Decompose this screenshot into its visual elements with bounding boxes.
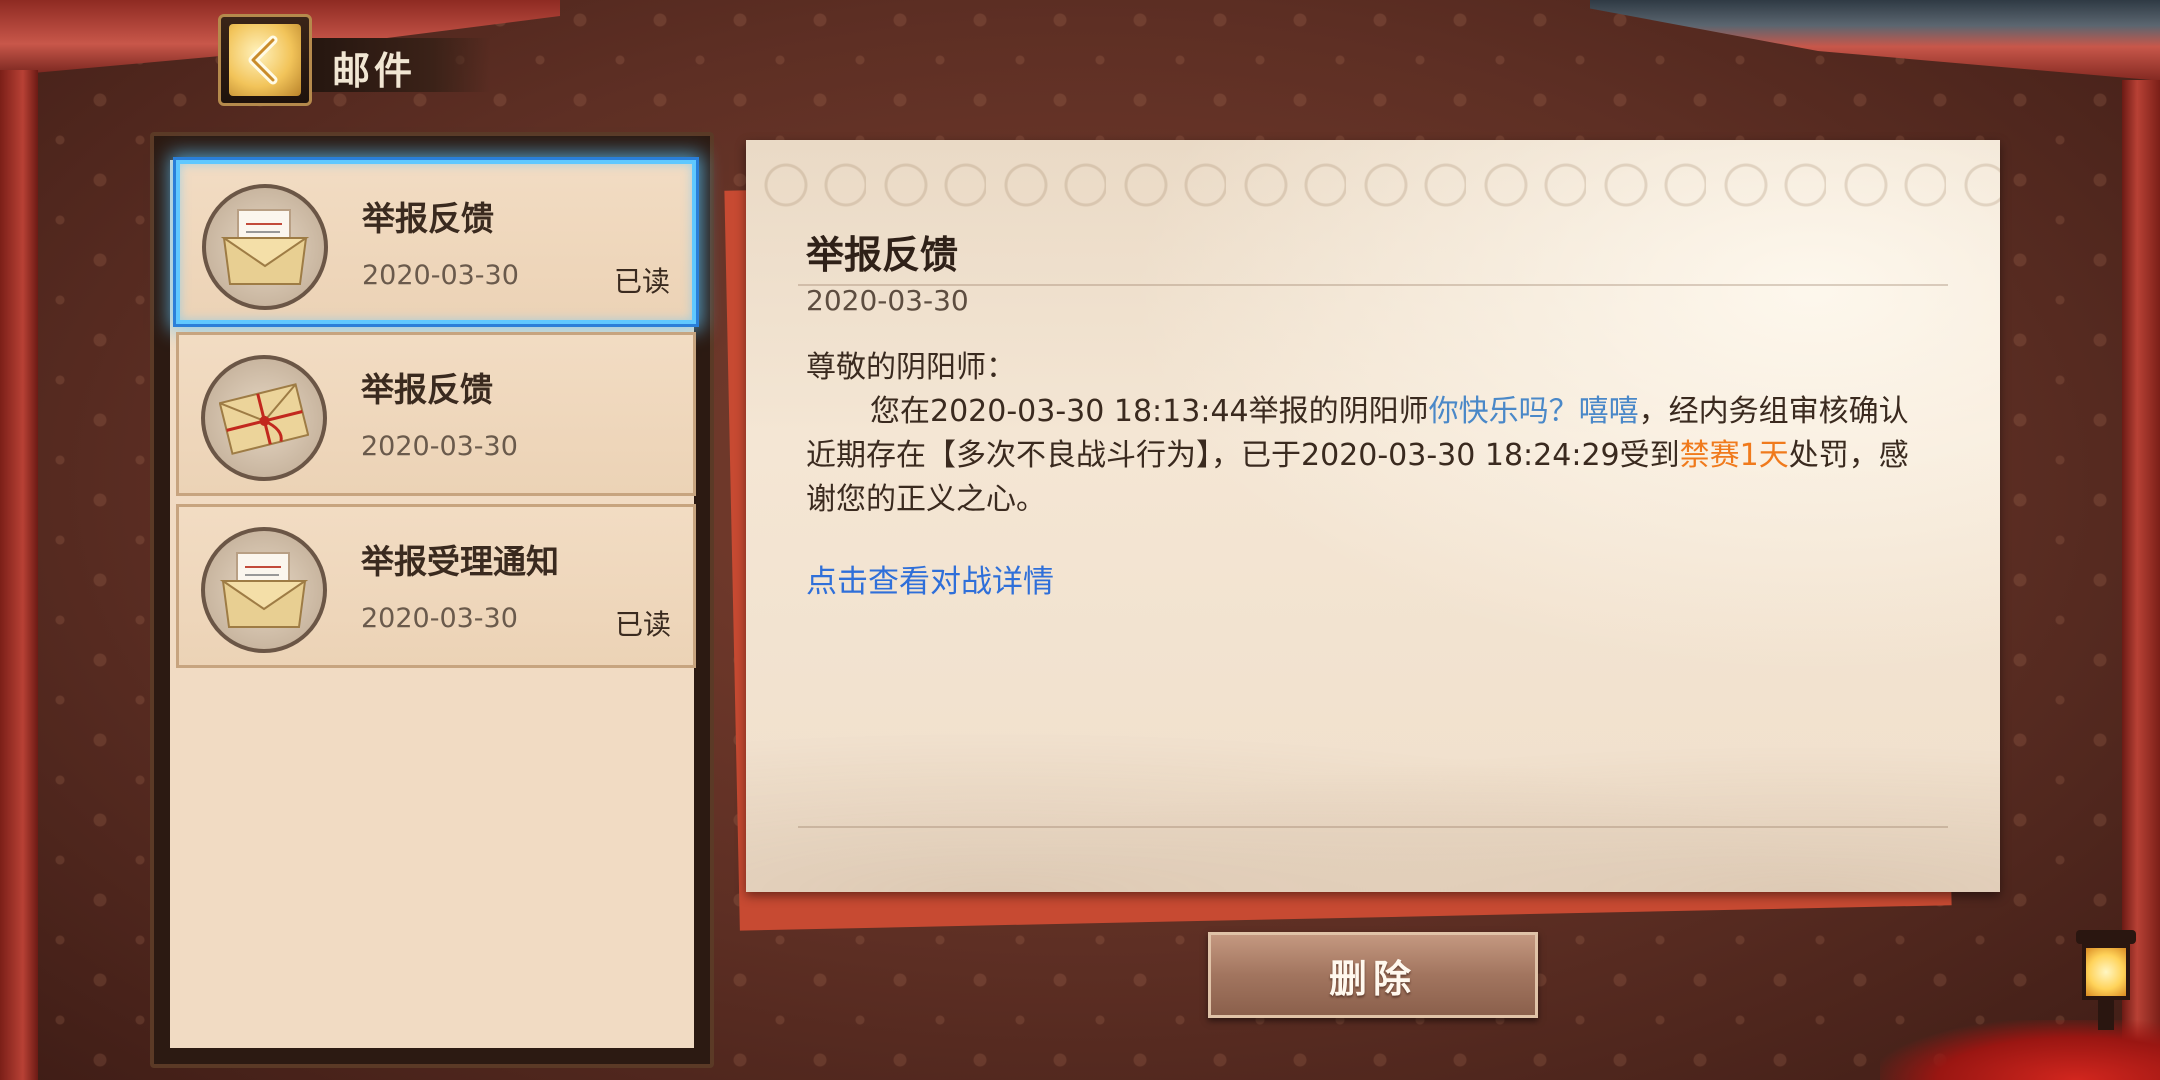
lantern-icon: [2072, 930, 2140, 1030]
body-text: 您在2020-03-30 18:13:44举报的阴阳师: [870, 394, 1429, 429]
mail-item[interactable]: 举报反馈 2020-03-30: [176, 332, 696, 496]
mail-title: 举报反馈: [361, 370, 493, 409]
delete-button[interactable]: 删除: [1208, 932, 1538, 1018]
back-button[interactable]: [218, 14, 312, 106]
detail-date: 2020-03-30: [806, 284, 969, 317]
pillar-left: [0, 70, 38, 1080]
read-status: 已读: [613, 265, 670, 298]
penalty-text: 禁赛1天: [1679, 438, 1789, 473]
view-battle-details-link[interactable]: 点击查看对战详情: [806, 556, 1054, 601]
divider: [798, 284, 1948, 286]
mail-title: 举报反馈: [362, 199, 494, 238]
player-name: 你快乐吗？嘻嘻: [1428, 394, 1639, 429]
mail-title: 举报受理通知: [361, 542, 559, 581]
report-message: 您在2020-03-30 18:13:44举报的阴阳师你快乐吗？嘻嘻，经内务组审…: [806, 390, 1916, 522]
open-envelope-icon: [202, 184, 328, 310]
mail-item[interactable]: 举报受理通知 2020-03-30 已读: [176, 504, 696, 668]
greeting: 尊敬的阴阳师：: [806, 350, 1016, 385]
mail-list-panel: 举报反馈 2020-03-30 已读 举报反馈 2020-03-30 举报受理通…: [150, 132, 714, 1068]
mail-detail-panel: 举报反馈 2020-03-30 尊敬的阴阳师： 您在2020-03-30 18:…: [746, 140, 2000, 892]
mail-date: 2020-03-30: [361, 431, 518, 462]
sealed-envelope-icon: [201, 355, 327, 481]
mail-date: 2020-03-30: [362, 260, 519, 291]
cloud-pattern-decoration: [746, 140, 2000, 230]
mail-list[interactable]: 举报反馈 2020-03-30 已读 举报反馈 2020-03-30 举报受理通…: [170, 160, 696, 1048]
read-status: 已读: [614, 608, 671, 641]
page-title: 邮件: [332, 48, 417, 93]
open-envelope-icon: [201, 527, 327, 653]
divider: [798, 826, 1948, 828]
mail-item[interactable]: 举报反馈 2020-03-30 已读: [176, 160, 696, 324]
paper-bottom-decoration: [746, 702, 2000, 892]
detail-body: 尊敬的阴阳师： 您在2020-03-30 18:13:44举报的阴阳师你快乐吗？…: [806, 346, 1916, 522]
detail-title: 举报反馈: [806, 232, 959, 277]
delete-button-label: 删除: [1328, 955, 1417, 1001]
mail-date: 2020-03-30: [361, 603, 518, 634]
chevron-left-icon: [248, 35, 278, 85]
